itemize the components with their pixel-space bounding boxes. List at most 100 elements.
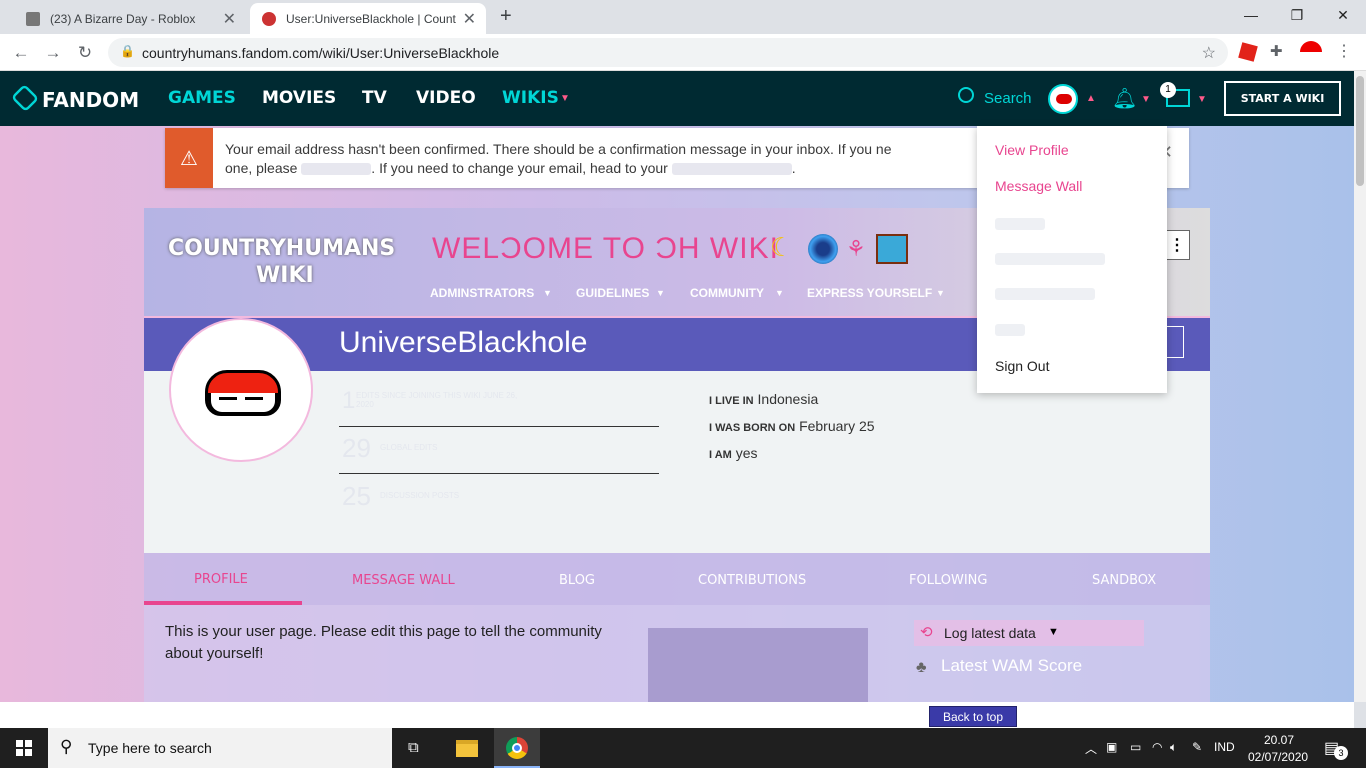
close-tab-icon[interactable]: ✕ [223, 9, 236, 29]
content-image-placeholder [648, 628, 868, 702]
close-window-button[interactable]: ✕ [1320, 0, 1366, 30]
reload-icon[interactable]: ↻ [72, 40, 98, 66]
stat-divider [339, 426, 659, 427]
minimize-button[interactable]: — [1228, 0, 1274, 30]
close-tab-icon[interactable]: ✕ [463, 9, 476, 29]
action-center-badge: 3 [1334, 746, 1348, 760]
address-bar[interactable]: 🔒 countryhumans.fandom.com/wiki/User:Uni… [108, 38, 1228, 67]
battery-icon[interactable]: ▭ [1130, 740, 1141, 754]
tab-blog[interactable]: BLOG [559, 573, 595, 588]
stat-global-label: GLOBAL EDITS [380, 443, 438, 452]
clock-date[interactable]: 02/07/2020 [1248, 750, 1308, 764]
back-to-top-button[interactable]: Back to top [929, 706, 1017, 727]
chevron-down-icon: ▼ [775, 288, 784, 298]
tray-chevron-icon[interactable]: ︿ [1085, 740, 1097, 757]
intro-text: This is your user page. Please edit this… [165, 623, 602, 662]
search-icon[interactable] [958, 87, 974, 103]
language-indicator[interactable]: IND [1214, 740, 1235, 754]
tab-contributions[interactable]: CONTRIBUTIONS [698, 573, 806, 588]
wifi-icon[interactable]: ◠ [1152, 740, 1162, 754]
tab-title: (23) A Bizarre Day - Roblox [50, 11, 196, 26]
stat-edits-label: EDITS SINCE JOINING THIS WIKI JUNE 26, 2… [356, 391, 518, 409]
message-wall-link[interactable]: Message Wall [995, 178, 1082, 194]
bookmark-star-icon[interactable]: ☆ [1202, 43, 1216, 63]
resend-link[interactable] [301, 163, 372, 176]
profile-avatar[interactable] [169, 318, 313, 462]
moon-emoji-icon: ☾ [770, 232, 794, 262]
chevron-down-icon: ▼ [543, 288, 552, 298]
file-explorer-icon[interactable] [456, 740, 478, 757]
browser-tab-fandom[interactable]: User:UniverseBlackhole | Country ✕ [250, 3, 486, 34]
tray-app-icon[interactable]: ▣ [1106, 740, 1117, 754]
forward-arrow-icon[interactable]: → [40, 40, 66, 66]
start-a-wiki-button[interactable]: START A WIKI [1224, 81, 1341, 116]
bell-chevron-icon: ▼ [1141, 94, 1151, 105]
chrome-menu-icon[interactable]: ⋮ [1336, 41, 1352, 61]
wikis-chevron-icon: ▼ [560, 93, 570, 104]
wiki-nav-admins[interactable]: ADMINSTRATORS [430, 286, 534, 300]
windows-taskbar: ⚲ Type here to search ⧉ ︿ ▣ ▭ ◠ 🔈︎ ✎ IND… [0, 728, 1366, 768]
sign-out-link[interactable]: Sign Out [995, 358, 1049, 374]
tab-sandbox[interactable]: SANDBOX [1092, 573, 1156, 588]
windows-start-icon[interactable] [16, 740, 32, 756]
wiki-name-line2[interactable]: WIKI [256, 263, 314, 288]
dropdown-item-hidden[interactable] [995, 288, 1095, 300]
notification-badge: 1 [1160, 82, 1176, 98]
stat-divider [339, 473, 659, 474]
nav-wikis[interactable]: WIKIS [502, 88, 559, 108]
profile-avatar-icon[interactable] [1300, 41, 1322, 63]
chrome-taskbar-icon[interactable] [494, 728, 540, 768]
url-text: countryhumans.fandom.com/wiki/User:Unive… [142, 45, 500, 61]
volume-icon[interactable]: 🔈︎ [1170, 740, 1177, 755]
taskbar-search-box[interactable]: ⚲ Type here to search [48, 728, 392, 768]
page-scrollbar[interactable] [1354, 71, 1366, 702]
wam-icon: ♣ [916, 659, 927, 676]
tab-following[interactable]: FOLLOWING [909, 573, 987, 588]
maximize-button[interactable]: ❐ [1274, 0, 1320, 30]
roblox-extension-icon[interactable] [1238, 42, 1258, 62]
search-icon: ⚲ [60, 737, 73, 756]
log-latest-label: Log latest data [944, 625, 1036, 641]
tab-title: User:UniverseBlackhole | Country [286, 11, 456, 26]
nav-tv[interactable]: TV [362, 88, 387, 108]
wiki-nav-community[interactable]: COMMUNITY [690, 286, 764, 300]
user-avatar[interactable] [1048, 84, 1078, 114]
browser-toolbar: ← → ↻ 🔒 countryhumans.fandom.com/wiki/Us… [0, 34, 1366, 71]
log-latest-box[interactable]: ⟲ Log latest data ▼ [914, 620, 1144, 646]
wiki-nav-express[interactable]: EXPRESS YOURSELF [807, 286, 932, 300]
blackhole-emoji-icon [808, 234, 838, 264]
view-profile-link[interactable]: View Profile [995, 142, 1069, 158]
tab-message-wall[interactable]: MESSAGE WALL [352, 573, 455, 588]
tab-profile[interactable]: PROFILE [194, 572, 248, 587]
wiki-nav-guidelines[interactable]: GUIDELINES [576, 286, 649, 300]
extensions-puzzle-icon[interactable]: ✚ [1270, 42, 1283, 60]
fandom-favicon-icon [262, 11, 276, 26]
fandom-heart-logo-icon [10, 83, 40, 113]
wiki-name-line1[interactable]: COUNTRYHUMANS [168, 236, 395, 261]
browser-tab-roblox[interactable]: (23) A Bizarre Day - Roblox ✕ [14, 3, 246, 34]
back-arrow-icon[interactable]: ← [8, 40, 34, 66]
dropdown-item-hidden[interactable] [995, 253, 1105, 265]
username: UniverseBlackhole [339, 326, 588, 359]
nav-games[interactable]: GAMES [168, 88, 236, 108]
search-label[interactable]: Search [984, 90, 1032, 107]
nav-video[interactable]: VIDEO [416, 88, 476, 108]
nav-movies[interactable]: MOVIES [262, 88, 336, 108]
task-view-icon[interactable]: ⧉ [408, 739, 419, 756]
warning-icon: ⚠ [165, 128, 213, 188]
fact-born: I WAS BORN ON February 25 [709, 418, 875, 434]
bell-icon[interactable]: 🔔︎ [1112, 86, 1137, 111]
user-chevron-icon[interactable]: ▲ [1086, 93, 1096, 104]
clock-time[interactable]: 20.07 [1264, 733, 1294, 747]
wiki-bottom-toolbar: Back to top [0, 702, 1354, 730]
new-tab-button[interactable]: + [500, 5, 512, 28]
preferences-link[interactable] [671, 163, 792, 176]
stat-discussion-value: 25 [342, 481, 371, 511]
wiki-more-menu-icon[interactable]: ⋮ [1164, 230, 1190, 260]
dropdown-item-hidden[interactable] [995, 218, 1045, 230]
pen-icon[interactable]: ✎ [1192, 740, 1202, 754]
fandom-global-nav: FANDOM GAMES MOVIES TV VIDEO WIKIS ▼ Sea… [0, 71, 1354, 126]
fandom-logo-text[interactable]: FANDOM [42, 88, 139, 112]
dropdown-item-hidden[interactable] [995, 324, 1025, 336]
stat-global-value: 29 [342, 433, 371, 463]
